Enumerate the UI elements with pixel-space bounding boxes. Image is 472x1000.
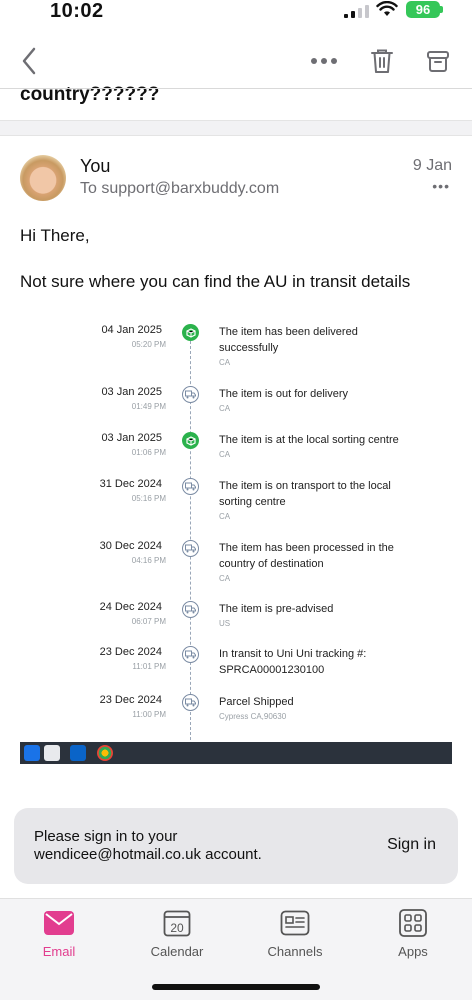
tracking-description: The item has been delivered successfully — [219, 326, 358, 354]
tab-channels-label: Channels — [267, 944, 323, 959]
apps-icon — [397, 907, 429, 939]
tracking-time: 04:16 PM — [131, 556, 166, 565]
more-options-button[interactable] — [309, 46, 339, 76]
sign-in-button[interactable]: Sign in — [387, 836, 436, 854]
truck-icon — [182, 601, 199, 618]
tracking-screenshot: 04 Jan 2025 05:20 PM The item has been del… — [20, 316, 452, 742]
tracking-description: The item has been processed in the count… — [219, 542, 394, 570]
truck-icon — [182, 694, 199, 711]
back-button[interactable] — [14, 46, 44, 76]
status-bar: 10:02 96 — [0, 0, 472, 36]
taskbar-strip — [20, 742, 452, 764]
tracking-location: US — [219, 619, 231, 628]
outlook-icon — [70, 745, 86, 761]
tracking-date: 30 Dec 2024 — [99, 540, 162, 552]
tracking-location: CA — [219, 450, 231, 459]
truck-icon — [182, 478, 199, 495]
tracking-description-block: The item has been processed in the count… — [219, 540, 409, 585]
message-date: 9 Jan — [412, 157, 452, 174]
package-icon — [182, 432, 199, 449]
tracking-time: 06:07 PM — [131, 617, 166, 626]
tracking-description: The item is on transport to the local so… — [219, 480, 391, 508]
truck-icon — [182, 646, 199, 663]
header-divider — [0, 88, 472, 89]
delete-button[interactable] — [367, 46, 397, 76]
signin-message: Please sign in to your wendicee@hotmail.… — [34, 828, 262, 863]
tracking-date: 03 Jan 2025 — [101, 386, 162, 398]
battery-indicator: 96 — [406, 1, 440, 18]
chevron-left-icon — [22, 47, 36, 75]
tracking-description-block: The item is pre-advised US — [219, 601, 409, 630]
tracking-description: Parcel Shipped — [219, 696, 294, 708]
archive-button[interactable] — [423, 46, 453, 76]
start-icon — [24, 745, 40, 761]
tracking-description-block: The item has been delivered successfully… — [219, 324, 409, 369]
tracking-time: 11:01 PM — [132, 662, 166, 671]
channels-icon — [279, 907, 311, 939]
truck-icon — [182, 386, 199, 403]
tracking-location: Cypress CA,90630 — [219, 712, 287, 721]
tracking-location: CA — [219, 574, 231, 583]
tab-apps[interactable]: Apps — [354, 907, 472, 959]
tracking-date: 24 Dec 2024 — [99, 601, 162, 613]
signin-banner: Please sign in to your wendicee@hotmail.… — [14, 808, 458, 884]
wifi-icon — [376, 1, 398, 16]
tracking-date: 23 Dec 2024 — [99, 694, 162, 706]
tab-email[interactable]: Email — [0, 907, 118, 959]
message-greeting: Hi There, — [20, 226, 90, 245]
home-indicator — [152, 984, 320, 990]
tracking-description-block: In transit to Uni Uni tracking #: SPRCA0… — [219, 646, 409, 678]
chrome-icon — [97, 745, 113, 761]
tab-apps-label: Apps — [398, 944, 428, 959]
tracking-time: 11:00 PM — [132, 710, 166, 719]
tracking-location: CA — [219, 404, 231, 413]
tracking-description: The item is pre-advised — [219, 603, 334, 615]
signal-icon — [344, 5, 369, 18]
tracking-description-block: The item is on transport to the local so… — [219, 478, 409, 523]
tracking-description: In transit to Uni Uni tracking #: SPRCA0… — [219, 648, 367, 676]
message-separator — [0, 120, 472, 136]
tracking-time: 01:06 PM — [131, 448, 166, 457]
battery-cap — [440, 6, 443, 13]
tracking-location: CA — [219, 358, 231, 367]
tracking-description: The item is at the local sorting centre — [219, 434, 399, 446]
truck-icon — [182, 540, 199, 557]
package-icon — [182, 324, 199, 341]
message-more-icon[interactable]: ••• — [432, 178, 450, 194]
tracking-description-block: The item is out for delivery CA — [219, 386, 409, 415]
tracking-date: 03 Jan 2025 — [101, 432, 162, 444]
tracking-date: 23 Dec 2024 — [99, 646, 162, 658]
tracking-time: 05:20 PM — [131, 340, 166, 349]
message-body: Not sure where you can find the AU in tr… — [20, 272, 411, 291]
sender-name[interactable]: You — [80, 156, 110, 177]
tab-calendar[interactable]: 20 Calendar — [118, 907, 236, 959]
calendar-icon: 20 — [161, 907, 193, 939]
archive-icon — [427, 51, 449, 72]
calendar-day-number: 20 — [170, 921, 184, 935]
app-a-icon — [44, 745, 60, 761]
tracking-description-block: Parcel Shipped Cypress CA,90630 — [219, 694, 409, 723]
status-time: 10:02 — [50, 0, 104, 22]
tracking-time: 05:16 PM — [131, 494, 166, 503]
tab-email-label: Email — [42, 944, 76, 959]
avatar[interactable] — [20, 155, 66, 201]
tracking-description: The item is out for delivery — [219, 388, 348, 400]
tracking-time: 01:49 PM — [131, 402, 166, 411]
tracking-date: 04 Jan 2025 — [101, 324, 162, 336]
tracking-date: 31 Dec 2024 — [99, 478, 162, 490]
nav-bar — [0, 36, 472, 88]
tracking-description-block: The item is at the local sorting centre C… — [219, 432, 409, 461]
mail-icon — [43, 907, 75, 939]
tracking-location: CA — [219, 512, 231, 521]
recipient-line[interactable]: To support@barxbuddy.com — [80, 180, 279, 198]
tab-calendar-label: Calendar — [150, 944, 204, 959]
trash-icon — [371, 49, 393, 73]
tab-channels[interactable]: Channels — [236, 907, 354, 959]
more-horizontal-icon — [311, 58, 337, 64]
